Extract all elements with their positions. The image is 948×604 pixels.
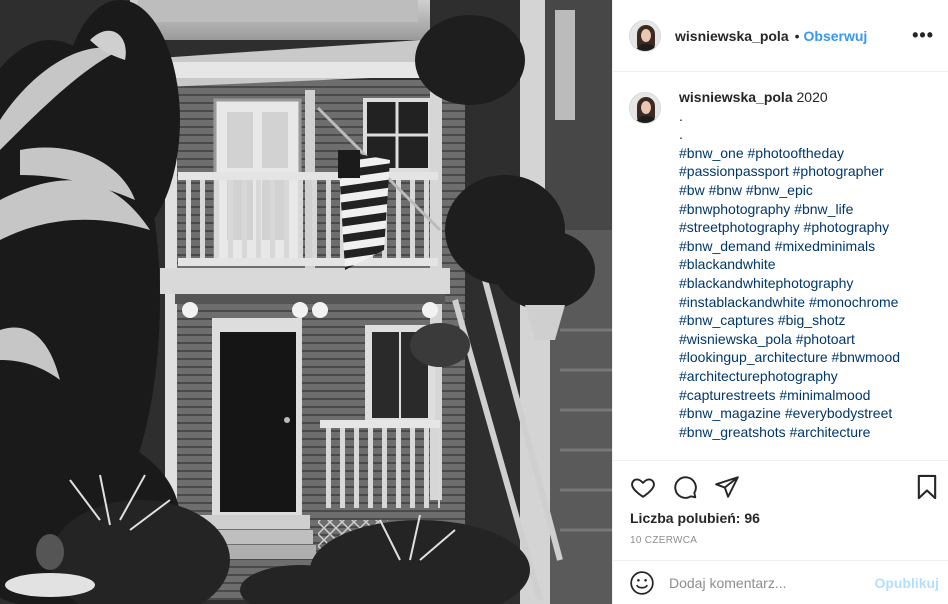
hashtag-line[interactable]: #bnw_greatshots #architecture: [679, 423, 900, 442]
post-date[interactable]: 10 czerwca: [630, 535, 697, 546]
hashtag-line[interactable]: #bnw_demand #mixedminimals: [679, 237, 900, 256]
hashtag-line[interactable]: #bw #bnw #bnw_epic: [679, 181, 900, 200]
hashtag-line[interactable]: #blackandwhitephotography: [679, 274, 900, 293]
comment-input[interactable]: [669, 574, 875, 591]
likes-count[interactable]: Liczba polubień: 96: [630, 510, 760, 526]
post-side-panel: wisniewska_pola • Obserwuj ••• wisniewsk…: [612, 0, 948, 604]
hashtag-line[interactable]: #wisniewska_pola #photoart: [679, 330, 900, 349]
publish-button[interactable]: Opublikuj: [874, 575, 939, 591]
caption-dot: .: [679, 126, 683, 143]
post-photo[interactable]: [0, 0, 612, 604]
caption-avatar[interactable]: [629, 92, 661, 124]
heart-icon[interactable]: [629, 473, 657, 501]
hashtag-line[interactable]: #bnwphotography #bnw_life: [679, 200, 900, 219]
hashtag-line[interactable]: #bnw_captures #big_shotz: [679, 311, 900, 330]
caption: wisniewska_pola 2020 . . #bnw_one #photo…: [629, 88, 943, 460]
hashtag-line[interactable]: #lookingup_architecture #bnwmood: [679, 348, 900, 367]
hashtag-list: #bnw_one #photooftheday #passionpassport…: [679, 144, 900, 442]
smiley-icon[interactable]: [629, 570, 655, 596]
more-options-icon[interactable]: •••: [912, 26, 934, 44]
comment-icon[interactable]: [671, 473, 699, 501]
header-username[interactable]: wisniewska_pola: [675, 28, 789, 44]
hashtag-line[interactable]: #blackandwhite: [679, 255, 900, 274]
caption-username[interactable]: wisniewska_pola: [679, 89, 793, 105]
separator-dot: •: [794, 27, 800, 44]
hashtag-line[interactable]: #bnw_magazine #everybodystreet: [679, 404, 900, 423]
bookmark-icon[interactable]: [913, 473, 941, 501]
action-icons: [629, 473, 755, 501]
hashtag-line[interactable]: #capturestreets #minimalmood: [679, 386, 900, 405]
share-icon[interactable]: [713, 473, 741, 501]
hashtag-line[interactable]: #instablackandwhite #monochrome: [679, 293, 900, 312]
caption-text: 2020: [796, 89, 828, 105]
follow-button[interactable]: Obserwuj: [804, 28, 868, 44]
hashtag-line[interactable]: #bnw_one #photooftheday: [679, 144, 900, 163]
instagram-post: wisniewska_pola • Obserwuj ••• wisniewsk…: [0, 0, 948, 604]
comment-form: Opublikuj: [613, 560, 948, 604]
avatar[interactable]: [629, 19, 661, 52]
hashtag-line[interactable]: #streetphotography #photography: [679, 218, 900, 237]
post-actions: Liczba polubień: 96 10 czerwca: [613, 460, 948, 560]
caption-body: wisniewska_pola 2020 . . #bnw_one #photo…: [679, 88, 900, 460]
caption-dot: .: [679, 107, 683, 124]
hashtag-line[interactable]: #architecturephotography: [679, 367, 900, 386]
house-photo-illustration: [0, 0, 612, 604]
post-header: wisniewska_pola • Obserwuj •••: [613, 0, 948, 72]
hashtag-line[interactable]: #passionpassport #photographer: [679, 162, 900, 181]
